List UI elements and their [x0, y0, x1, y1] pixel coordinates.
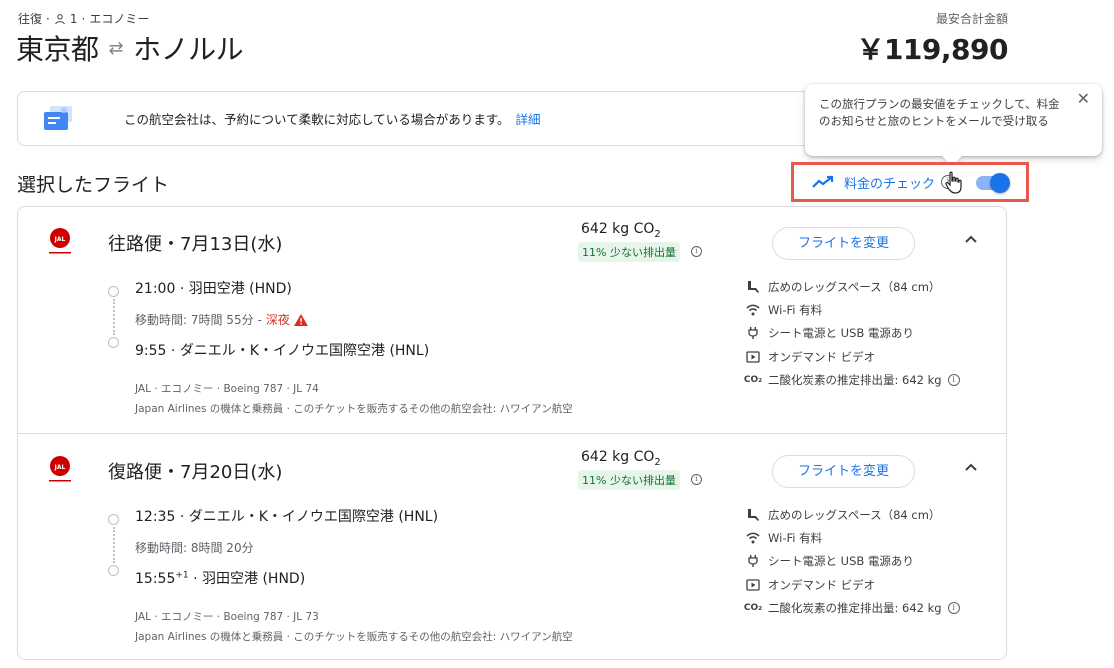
section-title: 選択したフライト	[17, 174, 170, 196]
departure-time: 12:35	[135, 509, 176, 525]
co2-icon: CO₂	[743, 602, 763, 613]
departure-airport: ダニエル・K・イノウエ国際空港 (HNL)	[188, 509, 439, 525]
swap-arrows-icon: ⇄	[108, 37, 124, 59]
arrival-info: 15:55+1 · 羽田空港 (HND)	[135, 570, 306, 587]
trip-meta: 往復 · 1 · エコノミー	[18, 10, 150, 27]
selected-flights: JAL 往路便・7月13日(水) 642 kg CO2 11% 少ない排出量 i…	[17, 206, 1007, 660]
video-icon	[746, 578, 760, 591]
amenity-item: オンデマンド ビデオ	[746, 345, 996, 368]
departure-info: 21:00 · 羽田空港 (HND)	[135, 281, 292, 297]
destination-city: ホノルル	[133, 33, 244, 66]
info-icon[interactable]: i	[691, 474, 702, 485]
origin-city: 東京都	[16, 33, 99, 66]
warning-icon	[293, 313, 308, 326]
arrival-dot	[108, 565, 119, 576]
amenity-item: シート電源と USB 電源あり	[746, 550, 996, 573]
close-icon[interactable]: ✕	[1077, 90, 1090, 107]
operator-line: Japan Airlines の機体と乗務員 · このチケットを販売するその他の…	[135, 403, 573, 415]
change-flight-button[interactable]: フライトを変更	[772, 227, 915, 260]
price-tracking-tooltip: この旅行プランの最安値をチェックして、料金のお知らせと旅のヒントをメールで受け取…	[805, 84, 1102, 166]
amenity-item: CO₂ 二酸化炭素の推定排出量: 642 kg i	[743, 368, 996, 391]
travel-duration: 移動時間: 7時間 55分 - 深夜	[135, 311, 308, 328]
svg-text:JAL: JAL	[54, 236, 66, 243]
toggle-knob	[990, 173, 1010, 193]
timeline-line	[113, 299, 115, 335]
info-icon[interactable]: i	[947, 601, 960, 614]
amenity-item: オンデマンド ビデオ	[746, 573, 996, 596]
arrival-info: 9:55 · ダニエル・K・イノウエ国際空港 (HNL)	[135, 343, 430, 359]
info-icon[interactable]: i	[947, 373, 960, 386]
amenity-item: Wi-Fi 有料	[746, 298, 996, 321]
jal-logo-icon: JAL	[49, 228, 71, 254]
wifi-icon	[746, 532, 760, 544]
hand-cursor-icon	[945, 171, 962, 194]
flight-timeline	[108, 514, 120, 576]
departure-time: 21:00	[135, 281, 176, 297]
flight-timeline	[108, 286, 120, 348]
co2-badge: 11% 少ない排出量	[578, 242, 680, 262]
amenity-item: 広めのレッグスペース（84 cm）	[746, 275, 996, 298]
amenity-item: CO₂ 二酸化炭素の推定排出量: 642 kg i	[743, 596, 996, 619]
chevron-up-icon[interactable]	[964, 234, 978, 244]
price-tracking-control[interactable]: 料金のチェック i	[791, 162, 1029, 202]
video-icon	[746, 350, 760, 363]
next-day-indicator: +1	[175, 570, 189, 581]
jal-logo-icon: JAL	[49, 456, 71, 482]
amenity-item: 広めのレッグスペース（84 cm）	[746, 503, 996, 526]
amenity-item: Wi-Fi 有料	[746, 526, 996, 549]
power-plug-icon	[748, 555, 758, 568]
total-price: ￥119,890	[856, 33, 1008, 66]
return-flight[interactable]: JAL 復路便・7月20日(水) 642 kg CO2 11% 少ない排出量 i…	[18, 435, 1006, 661]
legroom-icon	[748, 280, 759, 293]
departure-info: 12:35 · ダニエル・K・イノウエ国際空港 (HNL)	[135, 509, 439, 525]
notice-text: この航空会社は、予約について柔軟に対応している場合があります。	[124, 112, 510, 127]
legroom-icon	[748, 508, 759, 521]
flight-details-line: JAL · エコノミー · Boeing 787 · JL 73	[135, 611, 319, 623]
chevron-up-icon[interactable]	[964, 462, 978, 472]
route-title: 東京都 ⇄ ホノルル	[16, 28, 244, 68]
price-label: 最安合計金額	[935, 12, 1008, 26]
arrival-time: 9:55	[135, 343, 167, 359]
trip-type[interactable]: 往復	[18, 10, 42, 27]
tooltip-text: この旅行プランの最安値をチェックして、料金のお知らせと旅のヒントをメールで受け取…	[819, 97, 1060, 128]
leg-title: 往路便・7月13日(水)	[108, 234, 283, 255]
arrival-airport: ダニエル・K・イノウエ国際空港 (HNL)	[179, 343, 430, 359]
wifi-icon	[746, 304, 760, 316]
amenity-item: シート電源と USB 電源あり	[746, 322, 996, 345]
operator-line: Japan Airlines の機体と乗務員 · このチケットを販売するその他の…	[135, 631, 573, 643]
outbound-flight[interactable]: JAL 往路便・7月13日(水) 642 kg CO2 11% 少ない排出量 i…	[18, 207, 1006, 434]
person-icon	[55, 13, 65, 24]
flight-details-line: JAL · エコノミー · Boeing 787 · JL 74	[135, 383, 319, 395]
trending-up-icon	[812, 175, 834, 188]
arrival-airport: 羽田空港 (HND)	[202, 571, 306, 587]
price-tracking-label[interactable]: 料金のチェック	[844, 173, 935, 192]
passenger-count[interactable]: 1	[70, 12, 78, 26]
notice-details-link[interactable]: 詳細	[516, 109, 541, 128]
co2-icon: CO₂	[743, 374, 763, 385]
overnight-label: 深夜	[265, 313, 290, 327]
power-plug-icon	[748, 327, 758, 340]
svg-text:JAL: JAL	[54, 464, 66, 471]
departure-airport: 羽田空港 (HND)	[188, 281, 292, 297]
amenities-list: 広めのレッグスペース（84 cm） Wi-Fi 有料 シート電源と USB 電源…	[743, 503, 996, 619]
travel-duration: 移動時間: 8時間 20分	[135, 541, 254, 555]
co2-emissions: 642 kg CO2	[581, 449, 661, 468]
arrival-dot	[108, 337, 119, 348]
co2-emissions: 642 kg CO2	[581, 221, 661, 240]
flight-details: JAL · エコノミー · Boeing 787 · JL 73 Japan A…	[135, 607, 573, 647]
timeline-line	[113, 527, 115, 563]
flight-details: JAL · エコノミー · Boeing 787 · JL 74 Japan A…	[135, 379, 573, 419]
departure-dot	[108, 514, 119, 525]
departure-dot	[108, 286, 119, 297]
arrival-time: 15:55	[135, 571, 176, 587]
cabin-class[interactable]: エコノミー	[89, 10, 149, 27]
ticket-illustration-icon	[44, 105, 72, 130]
co2-badge: 11% 少ない排出量	[578, 470, 680, 490]
leg-title: 復路便・7月20日(水)	[108, 462, 283, 483]
amenities-list: 広めのレッグスペース（84 cm） Wi-Fi 有料 シート電源と USB 電源…	[743, 275, 996, 391]
change-flight-button[interactable]: フライトを変更	[772, 455, 915, 488]
info-icon[interactable]: i	[691, 246, 702, 257]
price-tracking-toggle[interactable]	[974, 172, 1010, 193]
